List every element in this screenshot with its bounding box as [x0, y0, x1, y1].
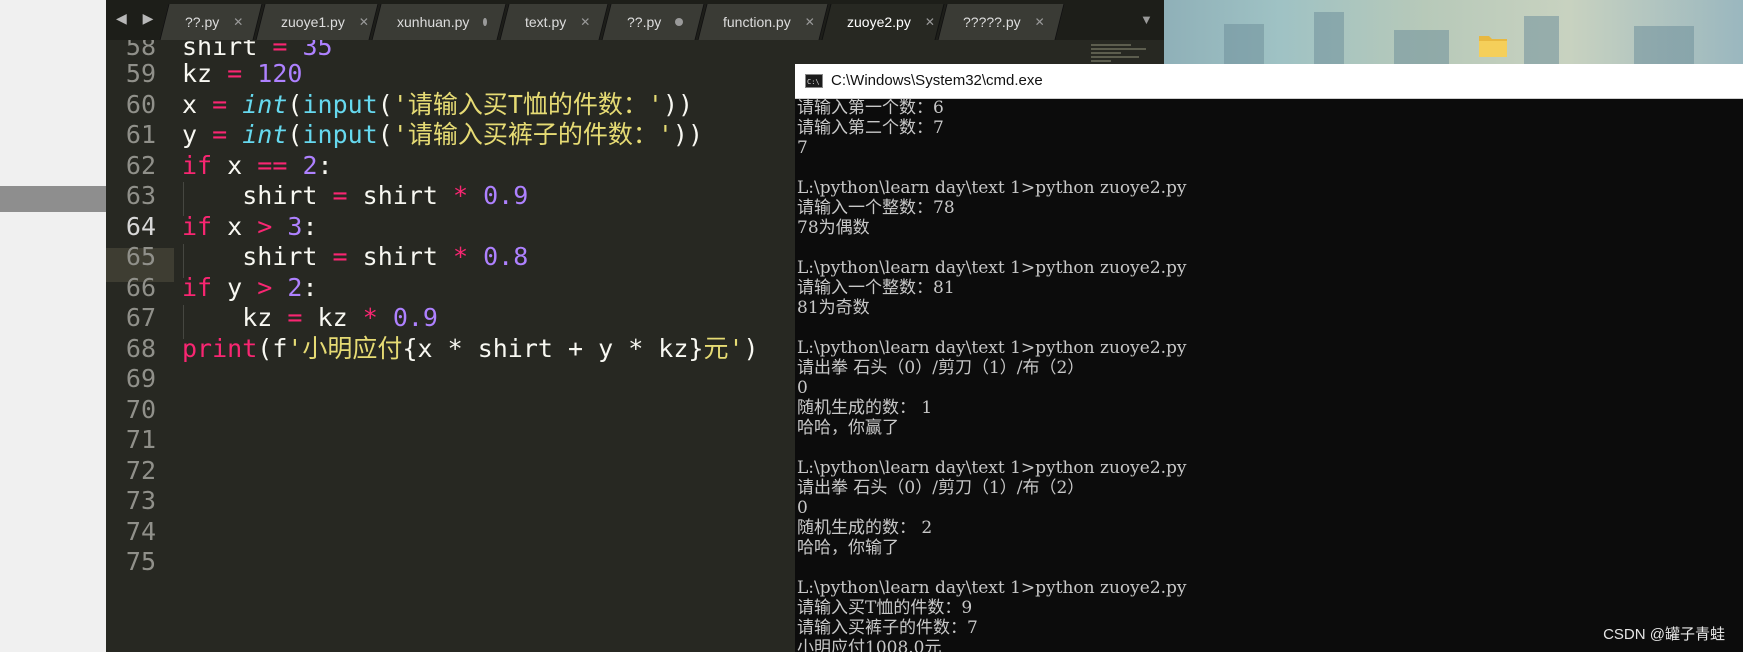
tab-bar: ◀ ▶ ??.py ✕ zuoye1.py ✕ xunhuan.py text.py… — [106, 0, 1164, 40]
tab-xunhuan[interactable]: xunhuan.py — [371, 4, 507, 40]
cmd-window[interactable]: C:\ C:\Windows\System32\cmd.exe 请输入第一个数：… — [795, 64, 1743, 652]
desktop-wallpaper — [1164, 0, 1743, 64]
cmd-line: 随机生成的数： 1 — [797, 398, 933, 418]
line-number: 74 — [125, 517, 156, 546]
cmd-line: 78为偶数 — [797, 218, 870, 238]
cmd-line: 请出拳 石头（0）/剪刀（1）/布（2） — [797, 478, 1085, 498]
line-number: 61 — [125, 120, 156, 149]
cmd-icon: C:\ — [805, 74, 823, 88]
cmd-title: C:\Windows\System32\cmd.exe — [831, 72, 1043, 89]
cmd-line: L:\python\learn day\text 1>python zuoye2… — [797, 458, 1187, 478]
line-number: 65 — [125, 242, 156, 271]
cmd-line: 请输入第一个数：6 — [797, 99, 944, 118]
cmd-line: L:\python\learn day\text 1>python zuoye2… — [797, 578, 1187, 598]
cmd-line: 请输入一个整数：78 — [797, 198, 955, 218]
tab-text[interactable]: text.py ✕ — [499, 4, 609, 40]
line-number: 71 — [125, 425, 156, 454]
cmd-line: 81为奇数 — [797, 298, 870, 318]
tab-function[interactable]: function.py ✕ — [697, 4, 829, 40]
line-number: 67 — [125, 303, 156, 332]
tab-label: zuoye2.py — [847, 14, 911, 30]
close-icon[interactable]: ✕ — [233, 15, 243, 29]
watermark: CSDN @罐子青蛙 — [1603, 626, 1725, 643]
background-strip — [0, 0, 106, 652]
line-number: 62 — [125, 151, 156, 180]
line-number: 66 — [125, 273, 156, 302]
cmd-line: 请输入一个整数：81 — [797, 278, 955, 298]
close-icon[interactable]: ✕ — [1035, 15, 1045, 29]
cmd-line: 随机生成的数： 2 — [797, 518, 933, 538]
cmd-line: 0 — [797, 498, 808, 518]
line-number: 68 — [125, 334, 156, 363]
cmd-line: 7 — [797, 138, 808, 158]
cmd-line: L:\python\learn day\text 1>python zuoye2… — [797, 338, 1187, 358]
tab-label: function.py — [723, 14, 791, 30]
close-icon[interactable]: ✕ — [580, 15, 590, 29]
cmd-line: 0 — [797, 378, 808, 398]
line-number-current: 64 — [125, 212, 156, 241]
line-number: 70 — [125, 395, 156, 424]
tab-5[interactable]: ??.py — [601, 4, 705, 40]
scrollbar-remnant — [0, 186, 106, 212]
tab-8[interactable]: ?????.py ✕ — [937, 4, 1065, 40]
tab-label: text.py — [525, 14, 567, 30]
line-number: 75 — [125, 547, 156, 576]
tab-1[interactable]: ??.py ✕ — [159, 4, 263, 40]
unsaved-dot-icon[interactable] — [483, 18, 487, 26]
tab-label: ?????.py — [963, 14, 1021, 30]
cmd-line: L:\python\learn day\text 1>python zuoye2… — [797, 258, 1187, 278]
unsaved-dot-icon[interactable] — [675, 18, 684, 26]
cmd-output[interactable]: 请输入第一个数：6 请输入第二个数：7 7 L:\python\learn day\t… — [797, 99, 1741, 652]
cmd-line: 请输入第二个数：7 — [797, 118, 944, 138]
cmd-line: 请出拳 石头（0）/剪刀（1）/布（2） — [797, 358, 1085, 378]
line-number: 69 — [125, 364, 156, 393]
tab-label: xunhuan.py — [397, 14, 470, 30]
cmd-line: 请输入买T恤的件数：9 — [797, 598, 973, 618]
close-icon[interactable]: ✕ — [359, 15, 369, 29]
tab-label: ??.py — [627, 14, 662, 30]
tab-nav-arrows[interactable]: ◀ ▶ — [116, 10, 159, 27]
cmd-line: 请输入买裤子的件数：7 — [797, 618, 978, 638]
close-icon[interactable]: ✕ — [805, 15, 815, 29]
line-number: 72 — [125, 456, 156, 485]
cmd-line: 哈哈，你赢了 — [797, 418, 899, 438]
cmd-line: 哈哈，你输了 — [797, 538, 899, 558]
tab-label: ??.py — [185, 14, 220, 30]
cmd-line: 小明应付1008.0元 — [797, 638, 942, 652]
tab-zuoye1[interactable]: zuoye1.py ✕ — [255, 4, 379, 40]
line-number: 60 — [125, 90, 156, 119]
line-number: 59 — [125, 59, 156, 88]
folder-icon[interactable] — [1478, 30, 1508, 58]
cmd-title-bar[interactable]: C:\ C:\Windows\System32\cmd.exe — [795, 64, 1743, 99]
tab-label: zuoye1.py — [281, 14, 345, 30]
line-number: 73 — [125, 486, 156, 515]
tab-zuoye2[interactable]: zuoye2.py ✕ — [821, 4, 945, 40]
tab-overflow-icon[interactable]: ▼ — [1140, 12, 1153, 27]
line-number: 63 — [125, 181, 156, 210]
close-icon[interactable]: ✕ — [925, 15, 935, 29]
cmd-line: L:\python\learn day\text 1>python zuoye2… — [797, 178, 1187, 198]
